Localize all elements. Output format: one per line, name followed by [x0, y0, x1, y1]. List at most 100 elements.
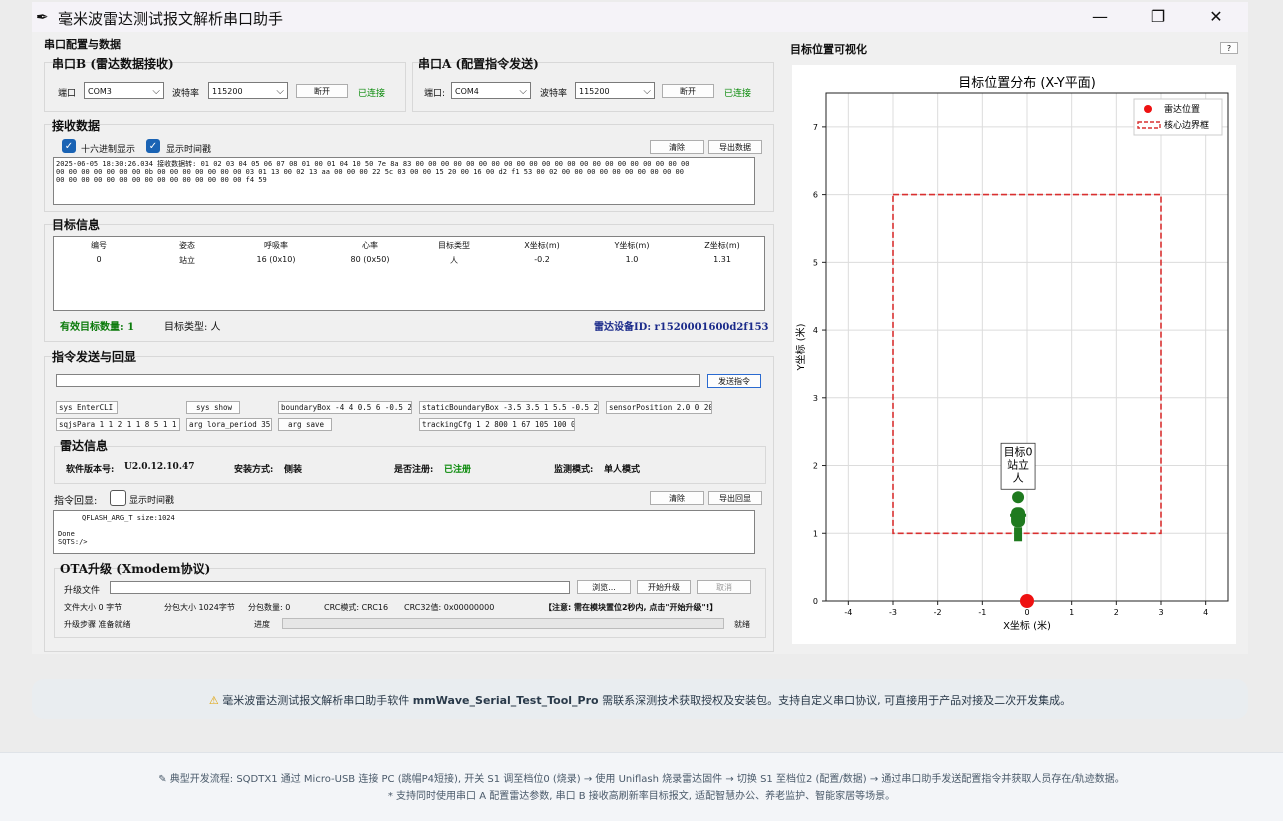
table-cell-0: 0	[96, 255, 102, 264]
port-value: COM4	[455, 87, 479, 96]
x-tick-label: 1	[1069, 608, 1074, 617]
target-label-line: 目标0	[1004, 444, 1033, 458]
table-cell-1: 站立	[179, 256, 195, 265]
target-label-line: 人	[1013, 471, 1024, 484]
cmd-button-enter-cli[interactable]: sys EnterCLI	[56, 401, 118, 414]
echo-text[interactable]: QFLASH_ARG_T size:1024 Done SQTS:/>	[53, 510, 755, 554]
fw-label: 软件版本号:	[66, 465, 115, 475]
timestamp-checkbox[interactable]: ✓	[146, 139, 160, 153]
target-torso	[1011, 507, 1026, 528]
table-cell-4: 人	[450, 256, 458, 265]
serial-section-title: 串口配置与数据	[44, 38, 121, 51]
y-tick-label: 6	[813, 191, 818, 200]
port-label: 端口	[58, 89, 77, 99]
command-input[interactable]	[56, 374, 700, 387]
maximize-button[interactable]: ❐	[1138, 6, 1178, 28]
ota-file-input[interactable]	[110, 581, 570, 594]
y-axis-label: Y坐标 (米)	[794, 323, 807, 371]
ota-crc-mode: CRC模式: CRC16	[324, 603, 389, 612]
cmd-button-sensor-position[interactable]: sensorPosition 2.0 0 20	[606, 401, 712, 414]
serial-a-port-select[interactable]: COM4 ⌵	[451, 82, 531, 99]
mount-label: 安装方式:	[234, 465, 274, 475]
cmd-button-arg-save[interactable]: arg save	[278, 418, 332, 431]
serial-a-baud-select[interactable]: 115200 ⌵	[575, 82, 655, 99]
ota-start-button[interactable]: 开始升级	[637, 580, 691, 594]
footer-text-1: 典型开发流程: SQDTX1 通过 Micro-USB 连接 PC (跳帽P4短…	[169, 774, 1125, 785]
table-cell-7: 1.31	[713, 255, 731, 264]
table-header-cell-2: 呼吸率	[264, 241, 288, 250]
table-cell-5: -0.2	[534, 255, 550, 264]
ota-browse-button[interactable]: 浏览...	[577, 580, 631, 594]
ota-status: 就绪	[734, 620, 750, 629]
receive-line: 00 00 00 00 00 00 00 00 00 00 00 00 00 0…	[56, 176, 267, 184]
ota-progress-bar	[282, 618, 724, 629]
port-value: COM3	[88, 87, 112, 96]
close-button[interactable]: ✕	[1196, 6, 1236, 28]
x-tick-label: -1	[978, 608, 986, 617]
y-tick-label: 4	[813, 326, 818, 335]
x-tick-label: -2	[934, 608, 942, 617]
serial-a-status: 已连接	[724, 89, 752, 99]
table-header-cell-4: 目标类型	[438, 241, 470, 250]
table-cell-2: 16 (0x10)	[256, 255, 296, 264]
serial-b-title: 串口B (雷达数据接收)	[52, 57, 174, 71]
chevron-down-icon: ⌵	[643, 86, 651, 97]
cmd-button-boundary-box[interactable]: boundaryBox -4 4 0.5 6 -0.5 2	[278, 401, 412, 414]
receive-data-text[interactable]: 2025-06-05 18:30:26.034 接收数据转: 01 02 03 …	[53, 157, 755, 205]
y-tick-label: 2	[813, 462, 818, 471]
echo-line	[58, 522, 750, 530]
ota-crc32: CRC32值: 0x00000000	[404, 603, 495, 612]
echo-clear-button[interactable]: 清除	[650, 491, 704, 505]
cmd-button-static-boundary[interactable]: staticBoundaryBox -3.5 3.5 1 5.5 -0.5 2	[419, 401, 599, 414]
receive-clear-button[interactable]: 清除	[650, 140, 704, 154]
x-tick-label: 3	[1158, 608, 1163, 617]
table-cell-6: 1.0	[625, 255, 639, 264]
target-head	[1012, 491, 1025, 504]
ota-title: OTA升级 (Xmodem协议)	[60, 562, 211, 576]
target-title: 目标信息	[52, 218, 101, 232]
target-table: 编号 姿态 呼吸率 心率 目标类型 X坐标(m) Y坐标(m) Z坐标(m) 0 站立 16 (0…	[53, 236, 765, 311]
baud-value: 115200	[579, 87, 610, 96]
cmd-button-lora-period[interactable]: arg lora_period 35	[186, 418, 272, 431]
echo-line: SQTS:/>	[58, 538, 88, 546]
serial-a-disconnect-button[interactable]: 断开	[662, 84, 714, 98]
cmd-button-sqjs-para[interactable]: sqjsPara 1 1 2 1 1 8 5 1 1	[56, 418, 180, 431]
help-button[interactable]: ?	[1220, 42, 1238, 54]
y-tick-label: 3	[813, 394, 818, 403]
notice-post: 需联系深测技术获取授权及安装包。支持自定义串口协议, 可直接用于产品对接及二次开…	[602, 694, 1072, 707]
port-label: 端口:	[424, 89, 446, 99]
send-command-button[interactable]: 发送指令	[707, 374, 761, 388]
serial-b-port-select[interactable]: COM3 ⌵	[84, 82, 164, 99]
position-chart: 目标位置分布 (X-Y平面) -4 -3 -2 -1 0 1 2 3 4 0 1 2 3 4 5 6 7 X坐标 (…	[794, 76, 1229, 632]
chevron-down-icon: ⌵	[519, 86, 527, 97]
chart-title: 目标位置分布 (X-Y平面)	[958, 76, 1096, 91]
radar-point	[1020, 594, 1034, 608]
cmd-button-tracking-cfg[interactable]: trackingCfg 1 2 800 1 67 105 100 0	[419, 418, 575, 431]
ota-packet-size: 分包大小 1024字节	[164, 603, 235, 612]
echo-timestamp-checkbox[interactable]	[110, 490, 126, 506]
notice-text: ⚠ 毫米波雷达测试报文解析串口助手软件 mmWave_Serial_Test_T…	[32, 692, 1248, 708]
baud-value: 115200	[212, 87, 243, 96]
serial-b-disconnect-button[interactable]: 断开	[296, 84, 348, 98]
serial-b-status: 已连接	[358, 89, 386, 99]
notice-pre: 毫米波雷达测试报文解析串口助手软件	[222, 694, 410, 707]
x-tick-label: -4	[844, 608, 852, 617]
ota-note: 【注意: 需在模块置位2秒内, 点击"开始升级"!】	[544, 603, 718, 612]
radar-info-title: 雷达信息	[60, 439, 109, 453]
table-header-cell-6: Y坐标(m)	[614, 241, 650, 250]
receive-export-button[interactable]: 导出数据	[708, 140, 762, 154]
table-header-cell-3: 心率	[362, 241, 378, 250]
target-body	[1014, 527, 1023, 542]
reg-value: 已注册	[444, 465, 472, 475]
notice-banner: ⚠ 毫米波雷达测试报文解析串口助手软件 mmWave_Serial_Test_T…	[32, 679, 1248, 719]
minimize-button[interactable]: —	[1080, 6, 1120, 28]
echo-label: 指令回显:	[54, 496, 98, 507]
receive-line: 2025-06-05 18:30:26.034 接收数据转: 01 02 03 …	[56, 160, 690, 168]
cmd-button-sys-show[interactable]: sys show	[186, 401, 240, 414]
hex-display-checkbox[interactable]: ✓	[62, 139, 76, 153]
ota-cancel-button[interactable]: 取消	[697, 580, 751, 594]
echo-export-button[interactable]: 导出回显	[708, 491, 762, 505]
viz-title: 目标位置可视化	[790, 43, 867, 56]
baud-label: 波特率	[172, 89, 200, 99]
serial-b-baud-select[interactable]: 115200 ⌵	[208, 82, 288, 99]
